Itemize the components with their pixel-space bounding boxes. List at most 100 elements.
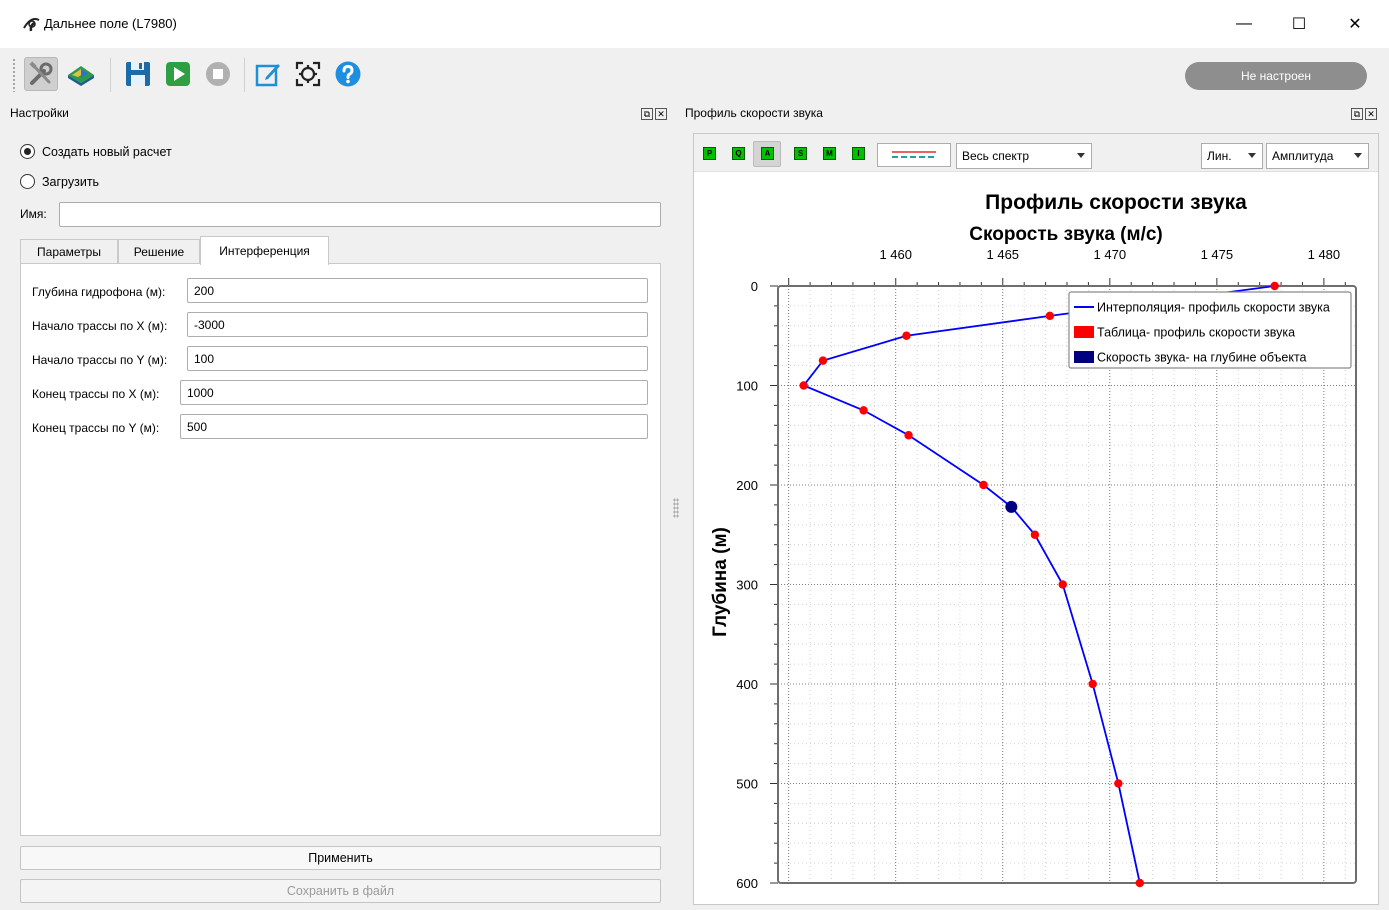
track-end-x-field[interactable]: 1000	[180, 380, 648, 405]
float-icon: ⧉	[1353, 109, 1361, 119]
radio-new-calculation[interactable]: Создать новый расчет	[20, 144, 172, 159]
tab-interference[interactable]: Интерференция	[200, 236, 329, 265]
track-end-y-label: Конец трассы по Y (м):	[32, 421, 160, 435]
track-start-y-label: Начало трассы по Y (м):	[32, 353, 168, 367]
track-end-x-label: Конец трассы по X (м):	[32, 387, 160, 401]
data-point-table	[799, 381, 808, 390]
chart-tool-zoom-button[interactable]: Q	[732, 147, 745, 160]
toolbar-grip[interactable]	[12, 58, 16, 92]
app-logo-icon	[23, 18, 40, 32]
close-icon: ✕	[1367, 109, 1375, 119]
chart-y-axis-label: Глубина (м)	[710, 527, 731, 637]
data-point-table	[902, 331, 911, 340]
settings-panel-close-button[interactable]: ✕	[655, 108, 667, 120]
save-button[interactable]	[121, 57, 155, 91]
chart-tool-auto-button[interactable]: A	[761, 147, 774, 160]
stop-icon	[206, 62, 230, 86]
close-icon: ✕	[1348, 16, 1362, 33]
x-tick-label: 1 460	[879, 247, 912, 262]
target-button[interactable]	[291, 57, 325, 91]
radio-load-indicator[interactable]	[20, 174, 35, 189]
line-style-icon	[892, 151, 936, 158]
hydrophone-depth-field[interactable]: 200	[187, 278, 648, 303]
track-end-y-field[interactable]: 500	[180, 414, 648, 439]
radio-load[interactable]: Загрузить	[20, 174, 99, 189]
edit-button[interactable]	[251, 57, 285, 91]
float-icon: ⧉	[643, 109, 651, 119]
tab-solution[interactable]: Решение	[118, 239, 200, 264]
x-tick-label: 1 465	[987, 247, 1020, 262]
spectrum-combo-value: Весь спектр	[962, 149, 1029, 163]
chart-tool-select-button[interactable]: S	[794, 147, 807, 160]
x-tick-label: 1 470	[1094, 247, 1127, 262]
close-button[interactable]: ✕	[1332, 8, 1378, 40]
close-icon: ✕	[657, 109, 665, 119]
sound-speed-chart[interactable]: Профиль скорости звука Скорость звука (м…	[694, 172, 1378, 904]
spectrum-combo[interactable]: Весь спектр	[956, 143, 1092, 169]
mode-combo[interactable]: Амплитуда	[1266, 143, 1369, 169]
panel-splitter-handle[interactable]	[673, 498, 679, 518]
apply-button[interactable]: Применить	[20, 846, 661, 870]
crosshair-icon	[295, 61, 321, 87]
x-tick-label: 1 475	[1201, 247, 1234, 262]
name-label: Имя:	[20, 207, 47, 221]
data-point-table	[979, 480, 988, 490]
run-button[interactable]	[161, 57, 195, 91]
terrain-map-icon	[68, 66, 94, 86]
chevron-down-icon	[1354, 153, 1362, 158]
chart-toolbar: P Q A S M I Весь спектр Лин. Амплитуда	[694, 134, 1378, 172]
legend-entry-label: Таблица- профиль скорости звука	[1097, 326, 1295, 340]
maximize-button[interactable]: ☐	[1276, 8, 1322, 40]
stop-button[interactable]	[201, 57, 235, 91]
track-start-x-label: Начало трассы по X (м):	[32, 319, 168, 333]
scale-combo[interactable]: Лин.	[1201, 143, 1263, 169]
chart-tool-measure-button[interactable]: M	[823, 147, 836, 160]
data-point-table	[1270, 281, 1279, 291]
chart-panel-float-button[interactable]: ⧉	[1351, 108, 1363, 120]
x-tick-label: 1 480	[1308, 247, 1341, 262]
data-point-table	[859, 406, 868, 415]
chart-title: Профиль скорости звука	[985, 191, 1247, 214]
minimize-button[interactable]: —	[1221, 8, 1267, 40]
data-point-table	[904, 431, 913, 440]
data-point-object-depth	[1005, 500, 1018, 513]
y-tick-label: 200	[736, 478, 758, 493]
radio-new-indicator[interactable]	[20, 144, 35, 159]
data-point-table	[1045, 311, 1055, 321]
play-icon	[166, 62, 190, 86]
radio-new-label: Создать новый расчет	[42, 144, 172, 159]
help-button[interactable]	[331, 57, 365, 91]
minimize-icon: —	[1236, 15, 1252, 32]
y-tick-label: 0	[751, 279, 758, 294]
chart-tool-pan-button[interactable]: P	[703, 147, 716, 160]
data-point-table	[1114, 779, 1123, 788]
save-to-file-button[interactable]: Сохранить в файл	[20, 879, 661, 903]
legend-entry-label: Скорость звука- на глубине объекта	[1097, 351, 1307, 365]
chart-tool-info-button[interactable]: I	[852, 147, 865, 160]
name-field[interactable]	[59, 202, 661, 227]
data-point-table	[1088, 679, 1097, 689]
settings-panel-title: Настройки	[10, 106, 69, 120]
data-point-table	[1030, 530, 1040, 539]
track-start-x-field[interactable]: -3000	[187, 312, 648, 337]
title-bar: Дальнее поле (L7980) — ☐ ✕	[0, 0, 1389, 48]
y-tick-label: 500	[736, 777, 758, 792]
edit-icon	[255, 64, 280, 87]
tools-icon	[29, 61, 53, 85]
settings-tools-button[interactable]	[24, 57, 58, 91]
chart-x-axis-label: Скорость звука (м/с)	[969, 224, 1163, 245]
radio-load-label: Загрузить	[42, 174, 100, 189]
y-tick-label: 600	[736, 876, 758, 891]
status-badge: Не настроен	[1185, 62, 1367, 90]
y-tick-label: 300	[736, 578, 758, 593]
chevron-down-icon	[1248, 153, 1256, 158]
y-tick-label: 400	[736, 677, 758, 692]
legend-swatch-box	[1074, 326, 1094, 338]
terrain-button[interactable]	[64, 57, 98, 91]
chart-panel-close-button[interactable]: ✕	[1365, 108, 1377, 120]
tab-parameters[interactable]: Параметры	[20, 239, 118, 264]
help-icon	[335, 61, 361, 87]
settings-panel-float-button[interactable]: ⧉	[641, 108, 653, 120]
line-style-button[interactable]	[877, 143, 951, 167]
track-start-y-field[interactable]: 100	[187, 346, 648, 371]
